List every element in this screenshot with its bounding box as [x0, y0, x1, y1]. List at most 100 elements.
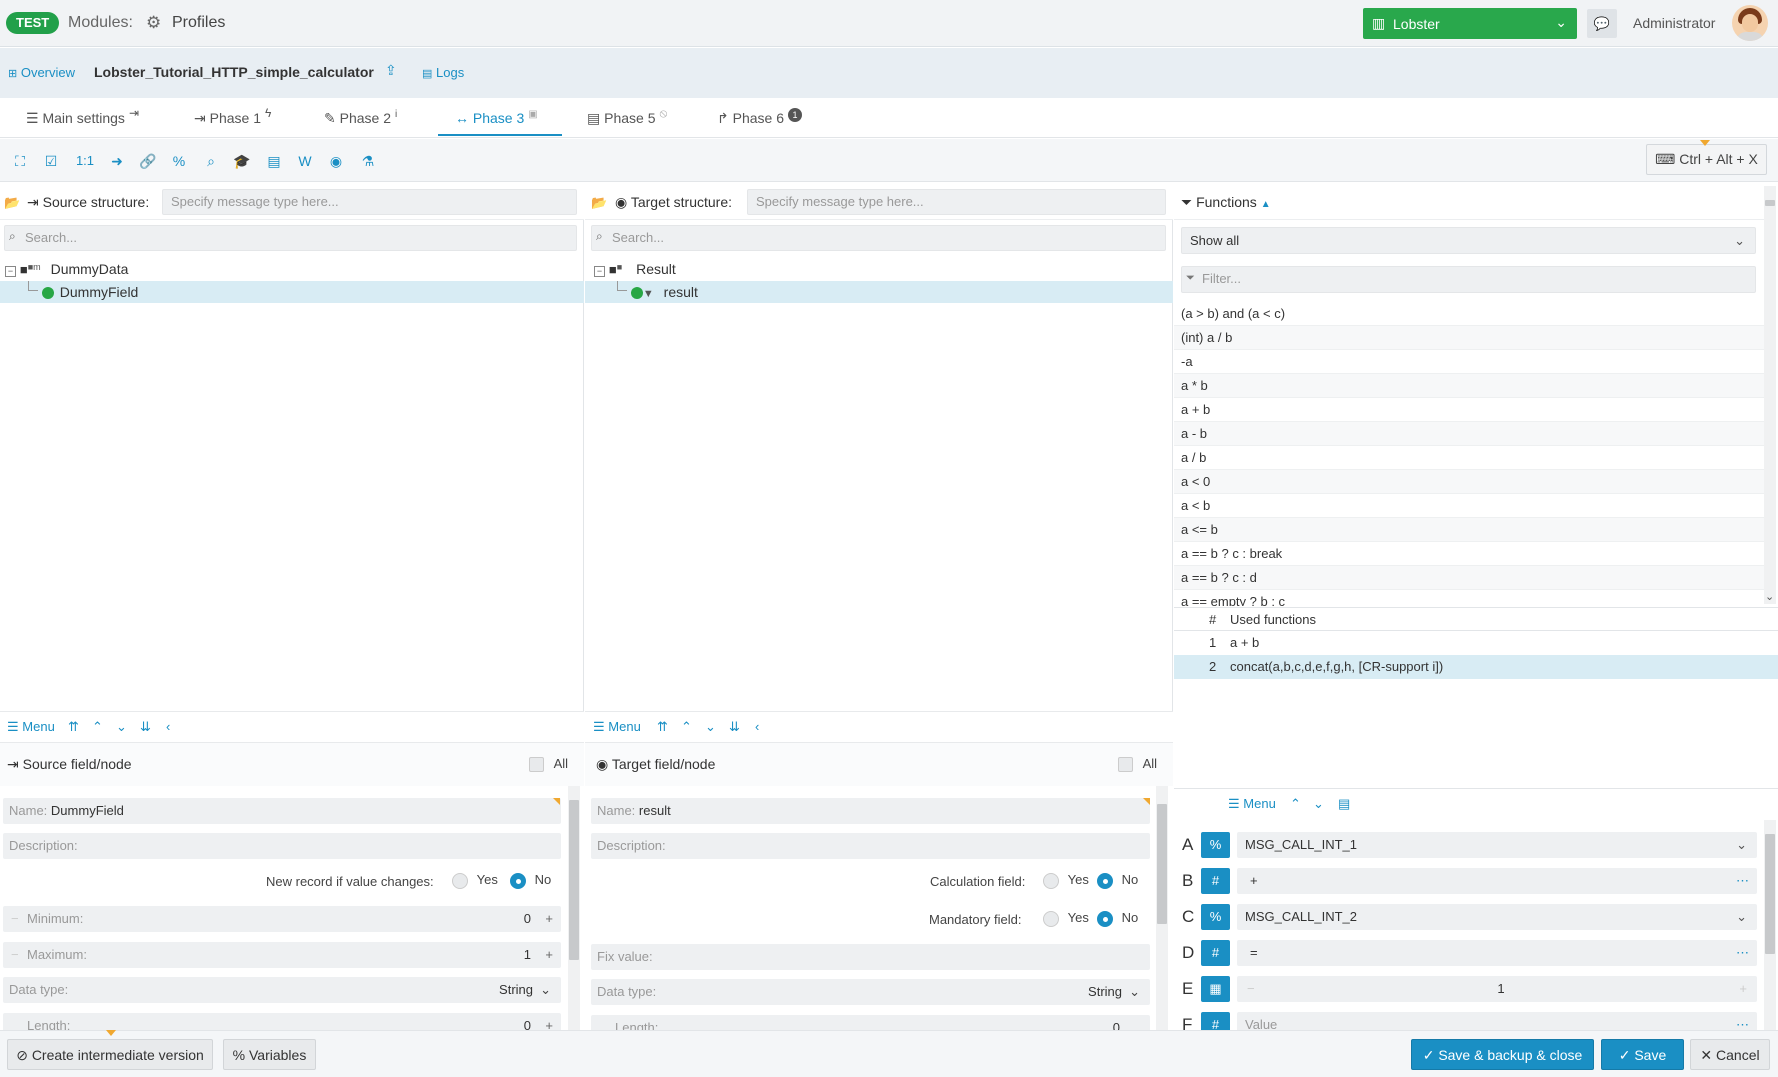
source-all-toggle[interactable]: All — [529, 756, 568, 773]
arrow-right-icon[interactable]: ➜ — [104, 148, 130, 174]
function-item[interactable]: a / b — [1174, 446, 1766, 470]
folder-open-icon[interactable]: 📂 — [591, 195, 607, 211]
chevron-down-icon[interactable]: ⌄ — [116, 719, 127, 735]
minus-icon[interactable]: − — [11, 942, 19, 968]
param-type-button[interactable]: # — [1201, 868, 1230, 894]
document-icon[interactable]: ▤ — [1338, 796, 1350, 812]
functions-filter-input[interactable]: Filter... — [1181, 266, 1756, 293]
param-type-button[interactable]: % — [1201, 832, 1230, 858]
chat-button[interactable]: 💬 — [1587, 9, 1617, 38]
param-type-button[interactable]: # — [1201, 940, 1230, 966]
param-d-input[interactable]: = ⋯ — [1237, 940, 1757, 966]
minimum-field[interactable]: Minimum: 0 + − — [3, 906, 561, 932]
module-name[interactable]: Profiles — [172, 14, 225, 32]
used-function-row-selected[interactable]: 2 concat(a,b,c,d,e,f,g,h, [CR-support i]… — [1174, 655, 1778, 679]
eye-icon[interactable]: ◉ — [323, 148, 349, 174]
mandatory-no[interactable]: No — [1097, 910, 1138, 927]
plus-icon[interactable]: + — [1739, 976, 1747, 1002]
overview-link[interactable]: ⊞ Overview — [8, 65, 75, 80]
functions-show-select[interactable]: Show all ⌄ — [1181, 227, 1756, 254]
calc-field-yes[interactable]: Yes — [1043, 872, 1089, 889]
chevron-left-icon[interactable]: ‹ — [166, 719, 170, 734]
tree-row-result-root[interactable]: − ■■ Result — [585, 258, 1173, 280]
param-a-select[interactable]: MSG_CALL_INT_1 ⌄ — [1237, 832, 1757, 858]
new-record-yes[interactable]: Yes — [452, 872, 498, 889]
function-item[interactable]: a == b ? c : d — [1174, 566, 1766, 590]
used-function-row[interactable]: 1 a + b — [1174, 631, 1778, 655]
chevron-down-icon[interactable]: ⌄ — [1313, 796, 1324, 812]
flask-icon[interactable]: ⚗ — [355, 148, 381, 174]
plus-icon[interactable]: + — [545, 1013, 553, 1030]
more-icon[interactable]: ⋯ — [1736, 1012, 1749, 1030]
target-message-type-input[interactable]: Specify message type here... — [747, 189, 1166, 215]
chevron-up-icon[interactable]: ⌃ — [1290, 796, 1301, 812]
more-icon[interactable]: ⋯ — [1736, 940, 1749, 966]
target-menu-button[interactable]: ☰ Menu — [593, 719, 641, 735]
target-scrollbar[interactable] — [1156, 786, 1168, 1030]
param-type-button[interactable]: % — [1201, 904, 1230, 930]
function-item[interactable]: (a > b) and (a < c) — [1174, 302, 1766, 326]
source-description-field[interactable]: Description: — [3, 833, 561, 859]
tenant-select[interactable]: ▥ Lobster ⌄ — [1363, 8, 1577, 39]
create-intermediate-button[interactable]: ⊘ Create intermediate version — [7, 1039, 213, 1070]
function-item[interactable]: -a — [1174, 350, 1766, 374]
all-checkbox[interactable] — [529, 757, 544, 773]
avatar[interactable] — [1732, 5, 1768, 41]
tab-phase-1[interactable]: ⇥ Phase 1 ϟ — [194, 106, 271, 127]
param-f-input[interactable]: Value ⋯ — [1237, 1012, 1757, 1030]
checkbox-icon[interactable]: ☑ — [38, 148, 64, 174]
chevron-down-icon[interactable]: ⌄ — [1765, 590, 1774, 603]
chevron-up-icon[interactable]: ⌃ — [92, 719, 103, 735]
all-checkbox[interactable] — [1118, 757, 1133, 773]
tab-main-settings[interactable]: ☰ Main settings ⇥ — [26, 106, 139, 127]
function-item[interactable]: a < 0 — [1174, 470, 1766, 494]
variables-button[interactable]: % Variables — [223, 1039, 316, 1070]
function-item[interactable]: a + b — [1174, 398, 1766, 422]
target-search-input[interactable]: Search... — [591, 225, 1166, 251]
one-to-one-button[interactable]: 1:1 — [72, 148, 98, 174]
function-item[interactable]: a == b ? c : break — [1174, 542, 1766, 566]
double-up-icon[interactable]: ⇈ — [657, 719, 668, 735]
tree-row-result[interactable]: ▼ result — [585, 281, 1173, 303]
target-description-field[interactable]: Description: — [591, 833, 1150, 859]
collapse-icon[interactable]: − — [594, 266, 605, 277]
source-data-type-select[interactable]: Data type: String ⌄ — [3, 977, 561, 1003]
double-down-icon[interactable]: ⇊ — [140, 719, 151, 735]
new-record-no[interactable]: No — [510, 872, 551, 889]
param-c-select[interactable]: MSG_CALL_INT_2 ⌄ — [1237, 904, 1757, 930]
plus-icon[interactable]: + — [545, 942, 553, 968]
fullscreen-icon[interactable]: ⛶ — [7, 148, 33, 174]
param-type-button[interactable]: # — [1201, 1012, 1230, 1030]
radio-no[interactable] — [1097, 910, 1113, 927]
folder-open-icon[interactable]: 📂 — [4, 195, 20, 211]
calculator-icon[interactable]: ▦ — [1201, 976, 1230, 1002]
params-scrollbar[interactable] — [1764, 820, 1776, 1030]
tree-row-dummyfield[interactable]: DummyField — [0, 281, 584, 303]
double-up-icon[interactable]: ⇈ — [68, 719, 79, 735]
radio-yes[interactable] — [452, 872, 468, 889]
radio-no[interactable] — [510, 872, 526, 889]
radio-no[interactable] — [1097, 872, 1113, 889]
tab-phase-5[interactable]: ▤ Phase 5 ⦸ — [587, 106, 667, 127]
double-down-icon[interactable]: ⇊ — [729, 719, 740, 735]
source-scrollbar[interactable] — [568, 786, 580, 1030]
cancel-button[interactable]: ✕ Cancel — [1690, 1039, 1770, 1070]
link-icon[interactable]: 🔗 — [135, 148, 161, 174]
length-field[interactable]: Length: 0 + — [3, 1013, 561, 1030]
radio-yes[interactable] — [1043, 872, 1059, 889]
function-item[interactable]: a == empty ? b : c — [1174, 590, 1766, 606]
functions-title[interactable]: ⏷ Functions ▲ — [1181, 194, 1271, 211]
plus-icon[interactable]: + — [545, 906, 553, 932]
tab-phase-6[interactable]: ↱ Phase 6 1 — [717, 108, 802, 127]
source-menu-button[interactable]: ☰ Menu — [7, 719, 55, 735]
graduation-cap-icon[interactable]: 🎓 — [229, 148, 255, 174]
target-all-toggle[interactable]: All — [1118, 756, 1157, 773]
shortcut-button[interactable]: ⌨ Ctrl + Alt + X — [1646, 144, 1767, 175]
word-file-icon[interactable]: W — [292, 148, 318, 174]
minus-icon[interactable]: − — [11, 906, 19, 932]
chevron-up-icon[interactable]: ⌃ — [681, 719, 692, 735]
user-name[interactable]: Administrator — [1633, 15, 1715, 31]
collapse-icon[interactable]: − — [5, 266, 16, 277]
mandatory-yes[interactable]: Yes — [1043, 910, 1089, 927]
target-data-type-select[interactable]: Data type: String ⌄ — [591, 979, 1150, 1005]
